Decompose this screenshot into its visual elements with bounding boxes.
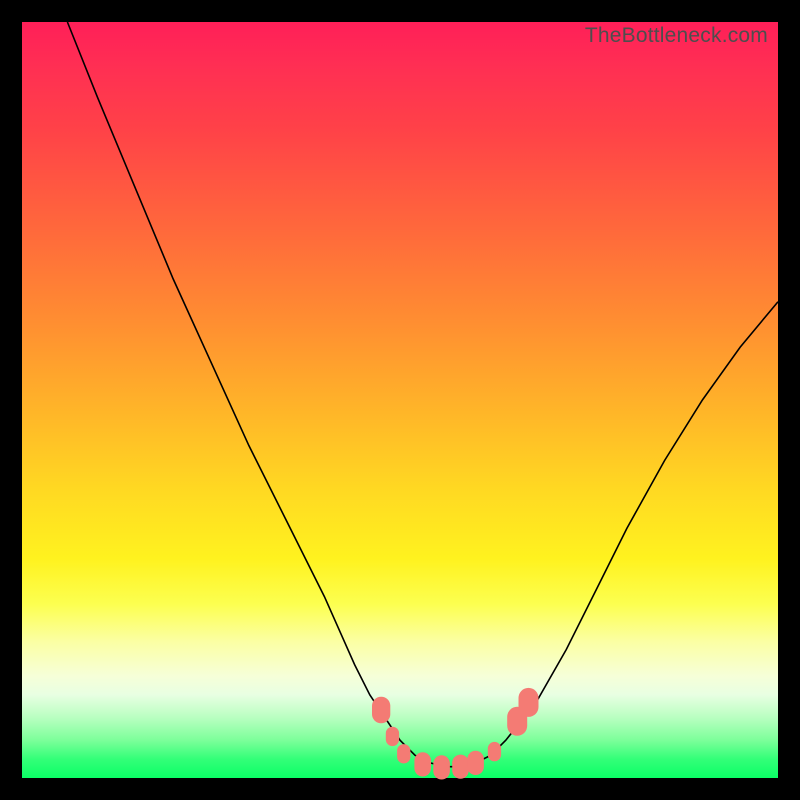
curve-marker [452, 755, 469, 779]
curve-marker [467, 751, 484, 775]
plot-area: TheBottleneck.com [22, 22, 778, 778]
bottleneck-curve [67, 22, 778, 767]
curve-svg [22, 22, 778, 778]
curve-markers [372, 688, 539, 780]
curve-marker [414, 752, 431, 776]
outer-frame: TheBottleneck.com [0, 0, 800, 800]
curve-marker [386, 727, 399, 746]
curve-marker [519, 688, 539, 717]
curve-marker [372, 697, 390, 724]
curve-marker [397, 744, 410, 763]
curve-marker [488, 742, 501, 761]
curve-marker [433, 755, 450, 779]
